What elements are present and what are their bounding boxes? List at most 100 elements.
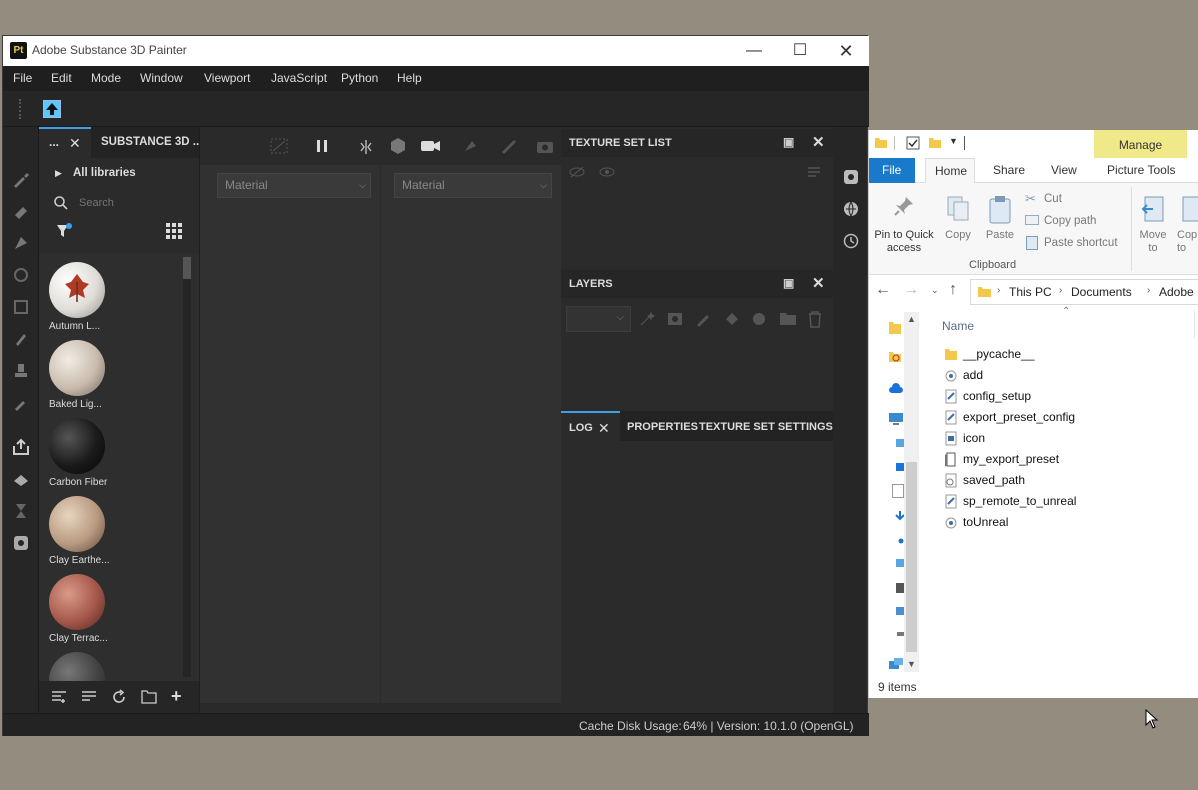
color-picker-icon[interactable]	[11, 393, 31, 413]
forward-arrow-icon[interactable]: →	[903, 281, 919, 299]
eraser-icon[interactable]	[11, 201, 31, 221]
fill-icon[interactable]	[462, 138, 480, 154]
paint-layer-icon[interactable]	[695, 311, 713, 327]
copy-to-button[interactable]: Cop to	[1173, 191, 1198, 257]
tab-file[interactable]: File	[869, 158, 915, 183]
list-menu-icon[interactable]	[807, 165, 821, 179]
move-to-button[interactable]: Move to	[1135, 191, 1171, 257]
shelf-tab-close-icon[interactable]: ✕	[69, 135, 81, 152]
folder-icon[interactable]	[141, 690, 157, 704]
shelf-title[interactable]: SUBSTANCE 3D ...	[101, 136, 202, 148]
settings-icon[interactable]	[843, 169, 859, 185]
refresh-icon[interactable]	[111, 689, 127, 705]
camera-video-icon[interactable]	[420, 138, 442, 156]
clone-stamp-icon[interactable]	[11, 361, 31, 381]
hourglass-icon[interactable]	[11, 501, 31, 521]
paint-brush-icon[interactable]	[11, 169, 31, 189]
breadcrumb-adobe[interactable]: Adobe	[1159, 285, 1194, 299]
material-select-left[interactable]: Material ⌵	[217, 173, 371, 198]
close-panel-icon[interactable]: ✕	[812, 133, 825, 151]
menu-python[interactable]: Python	[341, 66, 378, 91]
add-icon[interactable]: +	[171, 686, 182, 707]
close-panel-icon[interactable]: ✕	[812, 274, 825, 292]
close-tab-icon[interactable]: ✕	[598, 420, 610, 437]
cube-icon[interactable]	[390, 137, 406, 155]
collection-list-icon[interactable]	[81, 690, 97, 704]
symmetry-icon[interactable]	[358, 137, 378, 157]
popout-icon[interactable]: ▣	[783, 135, 794, 149]
maximize-button[interactable]: ☐	[777, 36, 823, 66]
all-libraries[interactable]: All libraries	[73, 167, 136, 179]
menu-window[interactable]: Window	[140, 66, 183, 91]
pause-icon[interactable]	[316, 139, 328, 153]
group-folder-icon[interactable]	[779, 312, 797, 326]
sort-up-icon[interactable]: ⌃	[1062, 306, 1070, 317]
channel-select[interactable]: ⌵	[566, 306, 631, 332]
column-divider[interactable]	[1194, 310, 1195, 338]
tab-texture-set-settings[interactable]: TEXTURE SET SETTINGS	[699, 421, 833, 433]
menu-viewport[interactable]: Viewport	[204, 66, 250, 91]
hide-icon[interactable]	[270, 138, 288, 154]
breadcrumb-documents[interactable]: Documents	[1071, 285, 1132, 299]
delete-icon[interactable]	[807, 310, 823, 328]
smart-material-icon[interactable]	[751, 311, 769, 327]
menu-javascript[interactable]: JavaScript	[271, 66, 327, 91]
screenshot-camera-icon[interactable]	[536, 138, 554, 154]
tab-picture-tools[interactable]: Picture Tools	[1107, 158, 1175, 183]
menu-edit[interactable]: Edit	[51, 66, 72, 91]
close-button[interactable]: ✕	[823, 36, 869, 66]
material-thumb-partial[interactable]	[49, 652, 105, 681]
up-arrow-icon[interactable]: ↑	[949, 281, 957, 299]
material-thumb-carbon-fiber[interactable]	[49, 418, 105, 474]
new-collection-icon[interactable]	[51, 690, 67, 704]
shelf-scrollbar-thumb[interactable]	[183, 257, 191, 279]
popout-icon[interactable]: ▣	[783, 276, 794, 290]
breadcrumb[interactable]: › This PC › Documents › Adobe	[970, 279, 1198, 305]
paste-button[interactable]: Paste	[981, 191, 1019, 251]
smudge-icon[interactable]	[11, 329, 31, 349]
tab-home[interactable]: Home	[925, 158, 975, 184]
minimize-button[interactable]: —	[731, 36, 777, 66]
filter-icon[interactable]	[55, 222, 73, 240]
grid-view-icon[interactable]	[166, 223, 183, 240]
properties-check-icon[interactable]	[906, 136, 920, 150]
tab-log[interactable]: LOG ✕	[561, 411, 620, 441]
geometry-fill-icon[interactable]	[11, 265, 31, 285]
menu-mode[interactable]: Mode	[91, 66, 121, 91]
qat-dropdown-icon[interactable]: ▼	[949, 136, 958, 146]
material-thumb-clay-earthen[interactable]	[49, 496, 105, 552]
material-thumb-autumn-leaf[interactable]	[49, 262, 105, 318]
bake-icon[interactable]	[11, 469, 31, 489]
material-select-right[interactable]: Material ⌵	[394, 173, 552, 198]
brush-icon[interactable]	[500, 138, 518, 154]
chevron-right-icon[interactable]: ▶	[55, 168, 62, 179]
history-icon[interactable]	[843, 233, 859, 249]
tab-view[interactable]: View	[1051, 158, 1077, 183]
back-arrow-icon[interactable]: ←	[875, 281, 891, 299]
visibility-off-icon[interactable]	[569, 165, 585, 179]
copy-button[interactable]: Copy	[941, 191, 975, 251]
paste-shortcut-button[interactable]: Paste shortcut	[1025, 235, 1135, 253]
projection-icon[interactable]	[11, 233, 31, 253]
menu-file[interactable]: File	[13, 66, 32, 91]
mask-icon[interactable]	[667, 311, 685, 327]
column-header-name[interactable]: Name	[942, 319, 974, 333]
pin-quick-access-button[interactable]: Pin to Quick access	[871, 191, 937, 254]
copy-path-button[interactable]: Copy path	[1025, 213, 1135, 231]
breadcrumb-this-pc[interactable]: This PC	[1009, 285, 1052, 299]
polygon-fill-icon[interactable]	[11, 297, 31, 317]
eye-icon[interactable]	[599, 165, 615, 179]
fill-layer-icon[interactable]	[723, 311, 741, 327]
tab-properties[interactable]: PROPERTIES	[627, 421, 698, 433]
effects-icon[interactable]	[639, 311, 657, 327]
recent-dropdown-icon[interactable]: ⌄	[931, 285, 939, 296]
toolbar-grip[interactable]	[19, 99, 21, 119]
cut-button[interactable]: ✂ Cut	[1025, 191, 1135, 209]
manage-tab[interactable]: Manage	[1094, 130, 1187, 160]
new-folder-icon[interactable]	[928, 136, 942, 150]
search-input[interactable]	[77, 192, 192, 214]
upload-plugin-icon[interactable]	[43, 100, 61, 118]
material-thumb-baked-light[interactable]	[49, 340, 105, 396]
shelf-scrollbar[interactable]	[183, 257, 191, 677]
export-icon[interactable]	[11, 437, 31, 457]
